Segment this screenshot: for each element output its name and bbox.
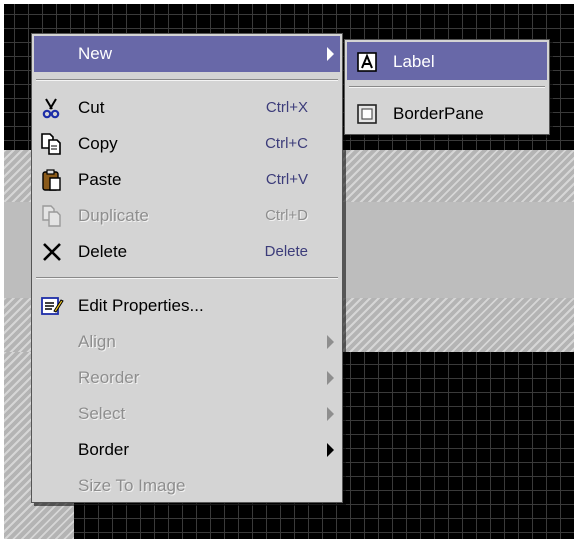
- shortcut-text: Ctrl+X: [265, 99, 308, 116]
- menu-item-label: Align: [78, 332, 116, 351]
- submenu-arrow-icon: [327, 371, 334, 385]
- menu-item-new[interactable]: New: [34, 36, 340, 72]
- menu-item-label: Paste: [78, 170, 122, 189]
- new-submenu: Label BorderPane: [344, 39, 550, 135]
- border-pane-icon: [357, 104, 377, 124]
- menu-item-label: Border: [78, 440, 130, 459]
- menu-item-cut[interactable]: Cut Ctrl+X: [34, 90, 340, 126]
- menu-item-label: Reorder: [78, 368, 140, 387]
- menu-item-label: Duplicate: [78, 206, 149, 225]
- context-menu: New Cut Ctrl+X Copy Ctrl+C Paste Ctrl+V: [31, 33, 343, 503]
- submenu-arrow-icon: [327, 407, 334, 421]
- menu-item-label: Copy: [78, 134, 118, 153]
- submenu-arrow-icon: [327, 335, 334, 349]
- menu-separator: [36, 277, 338, 279]
- menu-item-reorder[interactable]: Reorder: [34, 360, 340, 396]
- menu-separator: [36, 79, 338, 81]
- menu-item-copy[interactable]: Copy Ctrl+C: [34, 126, 340, 162]
- menu-item-label: Size To Image: [78, 476, 186, 495]
- menu-item-size-to-image[interactable]: Size To Image: [34, 468, 340, 504]
- submenu-arrow-icon: [327, 443, 334, 457]
- menu-item-duplicate[interactable]: Duplicate Ctrl+D: [34, 198, 340, 234]
- submenu-arrow-icon: [327, 47, 334, 61]
- submenu-item-label[interactable]: Label: [347, 42, 547, 80]
- menu-item-label: Select: [78, 404, 126, 423]
- shortcut-text: Ctrl+V: [265, 171, 308, 188]
- menu-item-label: Edit Properties...: [78, 296, 204, 315]
- menu-item-delete[interactable]: Delete Delete: [34, 234, 340, 270]
- x-icon: [43, 243, 61, 261]
- menu-item-edit-properties[interactable]: Edit Properties...: [34, 288, 340, 324]
- shortcut-text: Ctrl+C: [265, 135, 308, 152]
- shortcut-text: Ctrl+D: [265, 207, 308, 224]
- menu-item-label: New: [78, 44, 113, 63]
- menu-item-label: Cut: [78, 98, 105, 117]
- menu-separator: [349, 86, 545, 88]
- menu-item-label: Delete: [78, 242, 128, 261]
- submenu-item-borderpane[interactable]: BorderPane: [347, 94, 547, 132]
- shortcut-text: Delete: [264, 243, 308, 260]
- scissors-icon: [42, 98, 60, 119]
- copy-icon: [41, 133, 61, 155]
- menu-item-border[interactable]: Border: [34, 432, 340, 468]
- duplicate-icon: [42, 205, 61, 227]
- menu-item-paste[interactable]: Paste Ctrl+V: [34, 162, 340, 198]
- submenu-item-text: BorderPane: [393, 104, 484, 123]
- edit-properties-icon: [41, 297, 64, 315]
- submenu-item-text: Label: [393, 52, 435, 71]
- label-a-icon: [357, 52, 377, 72]
- frame-border: [0, 0, 4, 541]
- frame-border: [0, 0, 576, 4]
- menu-item-select[interactable]: Select: [34, 396, 340, 432]
- clipboard-icon: [42, 169, 61, 191]
- menu-item-align[interactable]: Align: [34, 324, 340, 360]
